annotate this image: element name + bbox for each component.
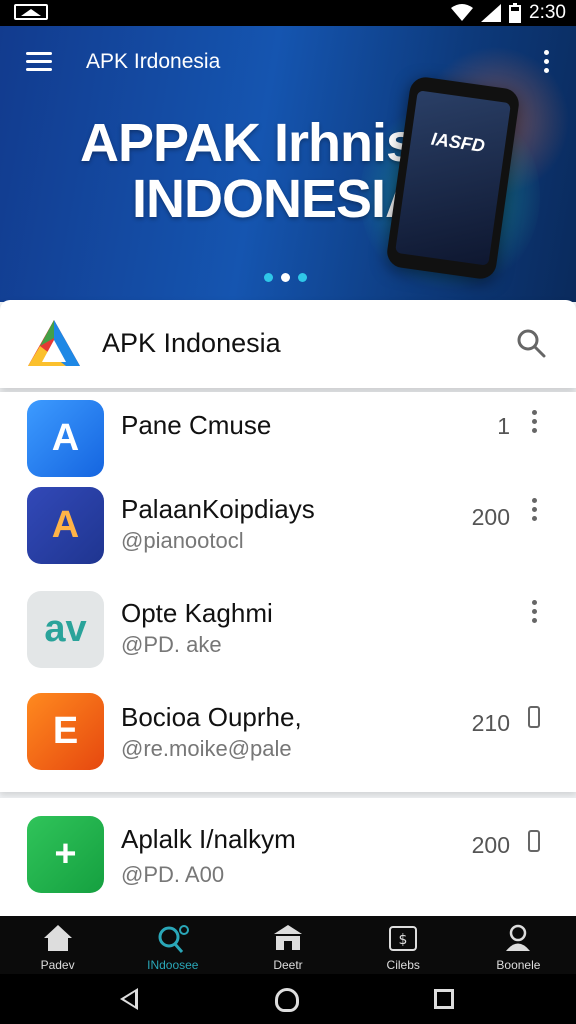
app-subtitle: @re.moike@pale [121,736,292,761]
app-name: Opte Kaghmi [121,598,273,628]
list-item[interactable]: + Aplalk I/nalkym @PD. A00 200 [0,816,576,916]
nav-item-profile[interactable]: Boonele [461,916,576,974]
nav-label: Deetr [273,958,303,972]
more-options-icon[interactable] [532,410,538,436]
search-icon[interactable] [516,328,546,358]
phone-screen-text: IASFD [395,90,511,266]
app-count: 1 [497,413,510,439]
app-name: Bocioa Ouprhe, [121,702,302,732]
carousel-indicator[interactable] [264,273,307,282]
list-item[interactable]: A Pane Cmuse 1 [0,392,576,492]
more-options-icon[interactable] [532,600,538,626]
banner-headline: APPAK Irhnisa [80,113,445,173]
list-item[interactable]: E Bocioa Ouprhe, @re.moike@pale 210 [0,690,576,790]
nav-label: Cilebs [386,958,420,972]
home-icon [43,925,72,951]
svg-text:$: $ [399,932,408,948]
battery-icon [509,3,522,23]
carousel-dot[interactable] [264,273,273,282]
system-navigation [0,974,576,1024]
nav-label: INdoosee [147,958,199,972]
status-icons: 2:30 [451,0,566,26]
app-icon: av [27,591,104,668]
bottom-navigation: Padev INdoosee Deetr $ Cilebs Boonele [0,916,576,974]
app-icon: A [27,487,104,564]
wallet-icon: $ [389,926,418,951]
nav-label: Boonele [496,958,541,972]
home-button-icon[interactable] [275,988,299,1012]
wifi-icon [451,4,474,21]
nav-item-indonesia[interactable]: INdoosee [115,916,230,974]
profile-icon [506,924,531,951]
app-icon: E [27,693,104,770]
nav-item-store[interactable]: Deetr [230,916,345,974]
app-list: A Pane Cmuse 1 A PalaanKoipdiays @pianoo… [0,392,576,792]
app-icon: A [27,400,104,477]
nav-item-wallet[interactable]: $ Cilebs [346,916,461,974]
recent-apps-icon[interactable] [434,989,454,1009]
nav-item-home[interactable]: Padev [0,916,115,974]
app-count: 210 [471,710,510,736]
app-name: PalaanKoipdiays [121,494,315,524]
signal-icon [481,4,502,22]
search-card[interactable]: APK Indonesia [0,300,576,388]
app-list-secondary: + Aplalk I/nalkym @PD. A00 200 [0,798,576,918]
carousel-dot-active[interactable] [281,273,290,282]
clock: 2:30 [529,2,566,23]
list-item[interactable]: av Opte Kaghmi @PD. ake [0,588,576,688]
back-icon[interactable] [120,988,138,1010]
more-options-icon[interactable] [532,498,538,524]
nav-label: Padev [40,958,75,972]
app-subtitle: @pianootocl [121,528,244,553]
app-icon: + [27,816,104,893]
app-subtitle: @PD. ake [121,632,222,657]
app-name: Pane Cmuse [121,410,272,440]
status-bar: 2:30 [0,0,576,26]
app-count: 200 [471,832,510,858]
search-apps-icon [158,925,189,953]
menu-icon[interactable] [26,52,52,72]
overflow-menu-icon[interactable] [544,50,550,74]
store-icon [274,925,302,950]
gallery-notification-icon [14,4,48,20]
hero-banner[interactable]: APK Irdonesia APPAK Irhnisa INDONESIA IA… [0,26,576,302]
app-title: APK Irdonesia [86,50,221,73]
app-name: Aplalk I/nalkym [121,824,296,854]
search-title: APK Indonesia [102,328,281,358]
app-subtitle: @PD. A00 [121,862,225,887]
app-count: 200 [471,504,510,530]
list-item[interactable]: A PalaanKoipdiays @pianootocl 200 [0,484,576,584]
apk-indonesia-logo [28,320,80,366]
delete-icon[interactable] [528,830,540,852]
banner-subheadline: INDONESIA [132,169,424,229]
carousel-dot[interactable] [298,273,307,282]
delete-icon[interactable] [528,706,540,728]
